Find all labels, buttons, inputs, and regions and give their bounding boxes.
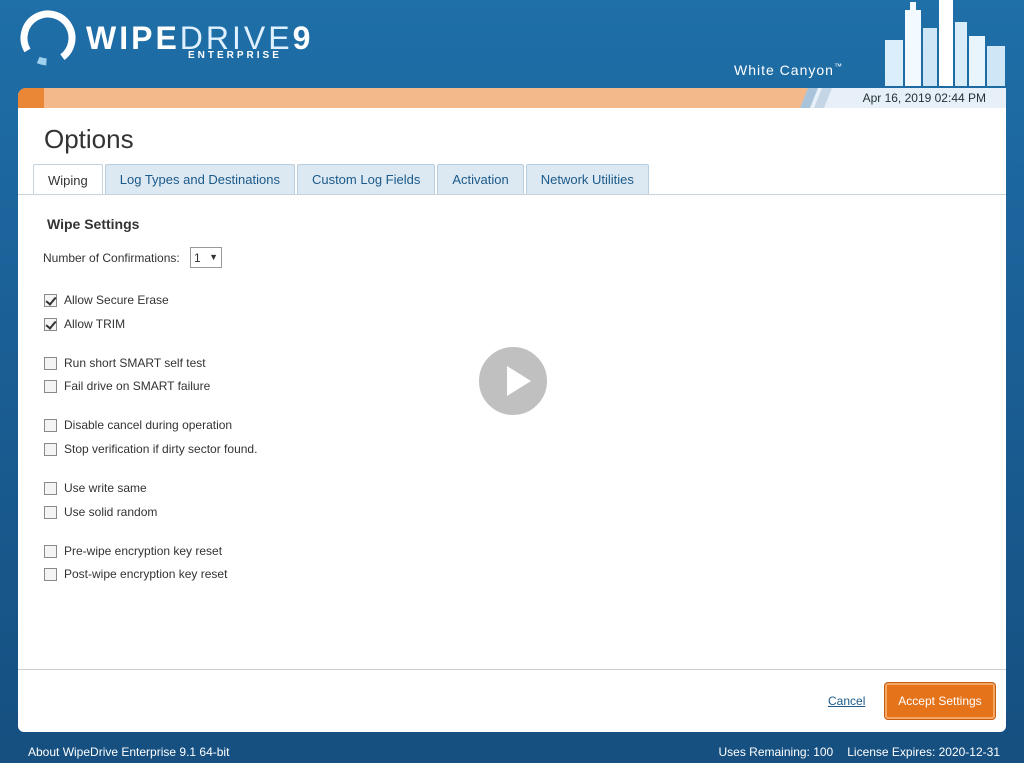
progress-bar-accent	[18, 88, 44, 108]
license-expires: License Expires: 2020-12-31	[847, 745, 1000, 759]
section-title: Wipe Settings	[47, 216, 140, 232]
option-label: Allow Secure Erase	[64, 293, 169, 307]
status-strip: Apr 16, 2019 02:44 PM	[18, 88, 1006, 108]
accept-settings-button[interactable]: Accept Settings	[885, 683, 995, 719]
option-label: Stop verification if dirty sector found.	[64, 442, 258, 456]
footer-divider	[18, 669, 1006, 670]
progress-bar-light	[18, 88, 808, 108]
option-label: Pre-wipe encryption key reset	[64, 544, 223, 558]
option-allow-trim[interactable]: Allow TRIM	[44, 316, 125, 332]
tab-wiping[interactable]: Wiping	[33, 164, 103, 195]
play-icon[interactable]	[476, 344, 550, 418]
option-disable-cancel[interactable]: Disable cancel during operation	[44, 417, 232, 433]
tab-divider	[18, 194, 1006, 195]
option-fail-on-smart-failure[interactable]: Fail drive on SMART failure	[44, 378, 210, 394]
options-tabs: Wiping Log Types and Destinations Custom…	[33, 164, 649, 195]
city-skyline-icon	[885, 0, 1005, 86]
option-label: Disable cancel during operation	[64, 418, 233, 432]
checkbox-use-solid-random[interactable]	[44, 505, 57, 519]
option-label: Use write same	[64, 481, 147, 495]
checkbox-disable-cancel[interactable]	[44, 418, 57, 432]
option-allow-secure-erase[interactable]: Allow Secure Erase	[44, 292, 169, 308]
license-info: Uses Remaining: 100 License Expires: 2020…	[705, 745, 1001, 759]
option-label: Allow TRIM	[64, 317, 126, 331]
company-brand: White Canyon™	[734, 62, 843, 78]
option-label: Run short SMART self test	[64, 356, 206, 370]
confirmations-label: Number of Confirmations:	[43, 251, 180, 265]
about-link[interactable]: About WipeDrive Enterprise 9.1 64-bit	[28, 745, 229, 759]
options-panel: Options Wiping Log Types and Destination…	[18, 108, 1006, 732]
option-use-solid-random[interactable]: Use solid random	[44, 504, 157, 520]
tab-custom-log-fields[interactable]: Custom Log Fields	[296, 164, 436, 194]
strip-slant-decoration	[800, 88, 832, 108]
tab-log-types-and-destinations[interactable]: Log Types and Destinations	[104, 164, 295, 194]
checkbox-use-write-same[interactable]	[44, 481, 57, 495]
checkbox-pre-wipe-key-reset[interactable]	[44, 544, 57, 558]
option-pre-wipe-key-reset[interactable]: Pre-wipe encryption key reset	[44, 543, 222, 559]
confirmations-select[interactable]: 1 ▼	[190, 247, 222, 268]
current-datetime: Apr 16, 2019 02:44 PM	[862, 91, 986, 105]
tab-activation[interactable]: Activation	[437, 164, 524, 194]
option-run-smart-self-test[interactable]: Run short SMART self test	[44, 355, 206, 371]
option-label: Use solid random	[64, 505, 158, 519]
checkbox-allow-trim[interactable]	[44, 317, 57, 331]
confirmations-value: 1	[194, 250, 201, 265]
tab-network-utilities[interactable]: Network Utilities	[525, 164, 649, 194]
checkbox-fail-on-smart-failure[interactable]	[44, 379, 57, 393]
checkbox-allow-secure-erase[interactable]	[44, 293, 57, 307]
option-use-write-same[interactable]: Use write same	[44, 480, 147, 496]
chevron-down-icon: ▼	[209, 252, 218, 262]
page-title: Options	[44, 124, 134, 154]
option-label: Fail drive on SMART failure	[64, 379, 211, 393]
checkbox-stop-verification[interactable]	[44, 442, 57, 456]
checkbox-run-smart-self-test[interactable]	[44, 356, 57, 370]
checkbox-post-wipe-key-reset[interactable]	[44, 567, 57, 581]
option-label: Post-wipe encryption key reset	[64, 567, 228, 581]
wipedrive-ring-logo-icon	[20, 10, 76, 66]
product-edition: ENTERPRISE	[188, 50, 282, 61]
option-post-wipe-key-reset[interactable]: Post-wipe encryption key reset	[44, 566, 227, 582]
uses-remaining: Uses Remaining: 100	[718, 745, 834, 759]
option-stop-verification[interactable]: Stop verification if dirty sector found.	[44, 441, 257, 457]
app-header: WIPEDRIVE9 ENTERPRISE White Canyon™	[0, 0, 1024, 86]
cancel-button[interactable]: Cancel	[828, 694, 865, 708]
